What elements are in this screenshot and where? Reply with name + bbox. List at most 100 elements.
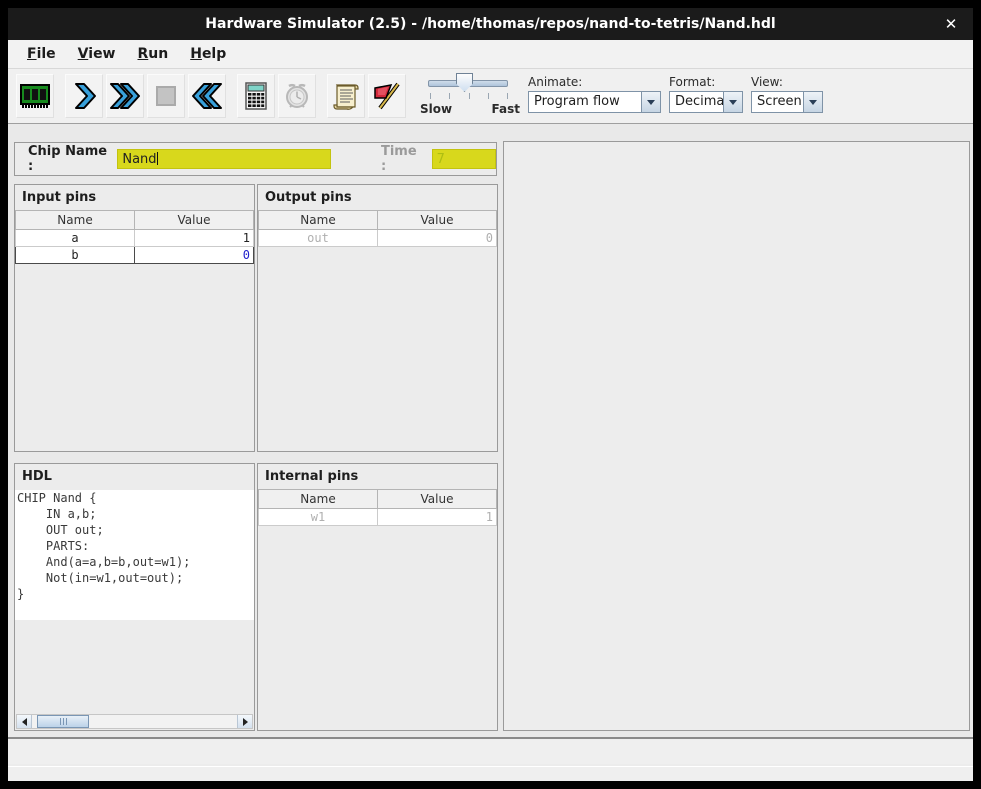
pin-value-cell: 1 bbox=[378, 509, 497, 526]
time-value: 7 bbox=[437, 152, 445, 167]
hdl-title: HDL bbox=[15, 464, 254, 489]
hdl-code-line: Not(in=w1,out=out); bbox=[15, 570, 254, 586]
table-header-row: Name Value bbox=[259, 211, 497, 230]
calculator-eval-icon bbox=[241, 80, 271, 112]
chip-name-input[interactable]: Nand bbox=[117, 149, 331, 169]
status-bar bbox=[8, 737, 973, 764]
table-row: b 0 bbox=[16, 247, 254, 264]
hdl-code-line: OUT out; bbox=[15, 522, 254, 538]
menu-file[interactable]: File bbox=[18, 43, 65, 65]
hdl-horizontal-scrollbar[interactable] bbox=[16, 714, 253, 729]
single-step-icon bbox=[69, 80, 99, 112]
animate-label: Animate: bbox=[528, 75, 661, 89]
main-content: Chip Name : Nand Time : 7 Input pins Nam… bbox=[8, 124, 973, 737]
format-selected-value: Decimal bbox=[670, 92, 723, 112]
pin-name-cell: out bbox=[259, 230, 378, 247]
pin-value-cell[interactable]: 1 bbox=[135, 230, 254, 247]
output-pins-title: Output pins bbox=[258, 185, 497, 210]
chevron-down-icon[interactable] bbox=[803, 92, 822, 112]
chip-name-label: Chip Name : bbox=[28, 144, 111, 174]
output-pins-panel: Output pins Name Value out 0 bbox=[257, 184, 498, 452]
scroll-right-arrow-icon[interactable] bbox=[237, 715, 252, 728]
internal-pins-title: Internal pins bbox=[258, 464, 497, 489]
hdl-code-line: CHIP Nand { bbox=[15, 490, 254, 506]
fast-label: Fast bbox=[492, 102, 520, 116]
pin-value-cell: 0 bbox=[378, 230, 497, 247]
menu-run[interactable]: Run bbox=[129, 43, 178, 65]
format-label: Format: bbox=[669, 75, 743, 89]
value-column-header: Value bbox=[378, 211, 497, 230]
pin-value-cell[interactable]: 0 bbox=[135, 247, 254, 264]
bottom-strip bbox=[8, 766, 973, 781]
clock-icon bbox=[281, 80, 313, 112]
run-button[interactable] bbox=[106, 74, 144, 118]
name-column-header: Name bbox=[16, 211, 135, 230]
load-chip-button[interactable] bbox=[16, 74, 54, 118]
time-field: 7 bbox=[432, 149, 496, 169]
menubar: File View Run Help bbox=[8, 40, 973, 69]
reset-button[interactable] bbox=[188, 74, 226, 118]
single-step-button[interactable] bbox=[65, 74, 103, 118]
titlebar: Hardware Simulator (2.5) - /home/thomas/… bbox=[8, 8, 973, 40]
chevron-down-icon[interactable] bbox=[723, 92, 742, 112]
name-column-header: Name bbox=[259, 211, 378, 230]
chip-name-bar: Chip Name : Nand Time : 7 bbox=[14, 142, 497, 176]
internal-pins-panel: Internal pins Name Value w1 1 bbox=[257, 463, 498, 731]
scrollbar-track[interactable] bbox=[32, 715, 237, 728]
input-pins-title: Input pins bbox=[15, 185, 254, 210]
clock-ticktock-button[interactable] bbox=[278, 74, 316, 118]
scrollbar-thumb[interactable] bbox=[37, 715, 89, 728]
chip-load-icon bbox=[18, 80, 52, 112]
speed-slider-thumb[interactable] bbox=[456, 73, 473, 92]
hdl-code-line: PARTS: bbox=[15, 538, 254, 554]
table-row: a 1 bbox=[16, 230, 254, 247]
stop-icon bbox=[151, 80, 181, 112]
breakpoints-button[interactable] bbox=[368, 74, 406, 118]
breakpoint-flag-icon bbox=[370, 80, 404, 112]
pin-name-cell: a bbox=[16, 230, 135, 247]
table-header-row: Name Value bbox=[16, 211, 254, 230]
close-icon[interactable]: ✕ bbox=[941, 14, 961, 34]
evaluate-button[interactable] bbox=[237, 74, 275, 118]
view-select[interactable]: Screen bbox=[751, 91, 823, 113]
hdl-code-line: } bbox=[15, 586, 254, 602]
table-row: w1 1 bbox=[259, 509, 497, 526]
hdl-code-line: And(a=a,b=b,out=w1); bbox=[15, 554, 254, 570]
table-header-row: Name Value bbox=[259, 490, 497, 509]
animate-selected-value: Program flow bbox=[529, 92, 641, 112]
input-pins-panel: Input pins Name Value a 1 b 0 bbox=[14, 184, 255, 452]
value-column-header: Value bbox=[378, 490, 497, 509]
time-label: Time : bbox=[381, 144, 424, 174]
view-dropdown-group: View: Screen bbox=[751, 75, 823, 113]
chip-display-panel bbox=[503, 141, 970, 731]
view-selected-value: Screen bbox=[752, 92, 803, 112]
screen: Hardware Simulator (2.5) - /home/thomas/… bbox=[0, 0, 981, 789]
animate-select[interactable]: Program flow bbox=[528, 91, 661, 113]
name-column-header: Name bbox=[259, 490, 378, 509]
window-title: Hardware Simulator (2.5) - /home/thomas/… bbox=[205, 16, 775, 32]
speed-slider-group: Slow Fast bbox=[420, 71, 520, 121]
value-column-header: Value bbox=[135, 211, 254, 230]
view-hdl-button[interactable] bbox=[327, 74, 365, 118]
text-caret bbox=[157, 152, 158, 165]
pin-name-cell: b bbox=[16, 247, 135, 264]
hardware-simulator-window: Hardware Simulator (2.5) - /home/thomas/… bbox=[8, 8, 973, 781]
stop-button[interactable] bbox=[147, 74, 185, 118]
animate-dropdown-group: Animate: Program flow bbox=[528, 75, 661, 113]
internal-pins-table: Name Value w1 1 bbox=[258, 489, 497, 526]
hdl-code-view[interactable]: CHIP Nand { IN a,b; OUT out; PARTS: And(… bbox=[15, 490, 254, 620]
chip-name-value: Nand bbox=[122, 152, 156, 167]
pin-name-cell: w1 bbox=[259, 509, 378, 526]
slow-label: Slow bbox=[420, 102, 452, 116]
speed-slider-ticks bbox=[430, 93, 508, 99]
menu-help[interactable]: Help bbox=[181, 43, 235, 65]
chevron-down-icon[interactable] bbox=[641, 92, 660, 112]
format-select[interactable]: Decimal bbox=[669, 91, 743, 113]
hdl-code-line: IN a,b; bbox=[15, 506, 254, 522]
run-icon bbox=[107, 80, 143, 112]
scroll-left-arrow-icon[interactable] bbox=[17, 715, 32, 728]
output-pins-table: Name Value out 0 bbox=[258, 210, 497, 247]
toolbar: Slow Fast Animate: Program flow Format: … bbox=[8, 69, 973, 124]
view-label: View: bbox=[751, 75, 823, 89]
menu-view[interactable]: View bbox=[69, 43, 125, 65]
